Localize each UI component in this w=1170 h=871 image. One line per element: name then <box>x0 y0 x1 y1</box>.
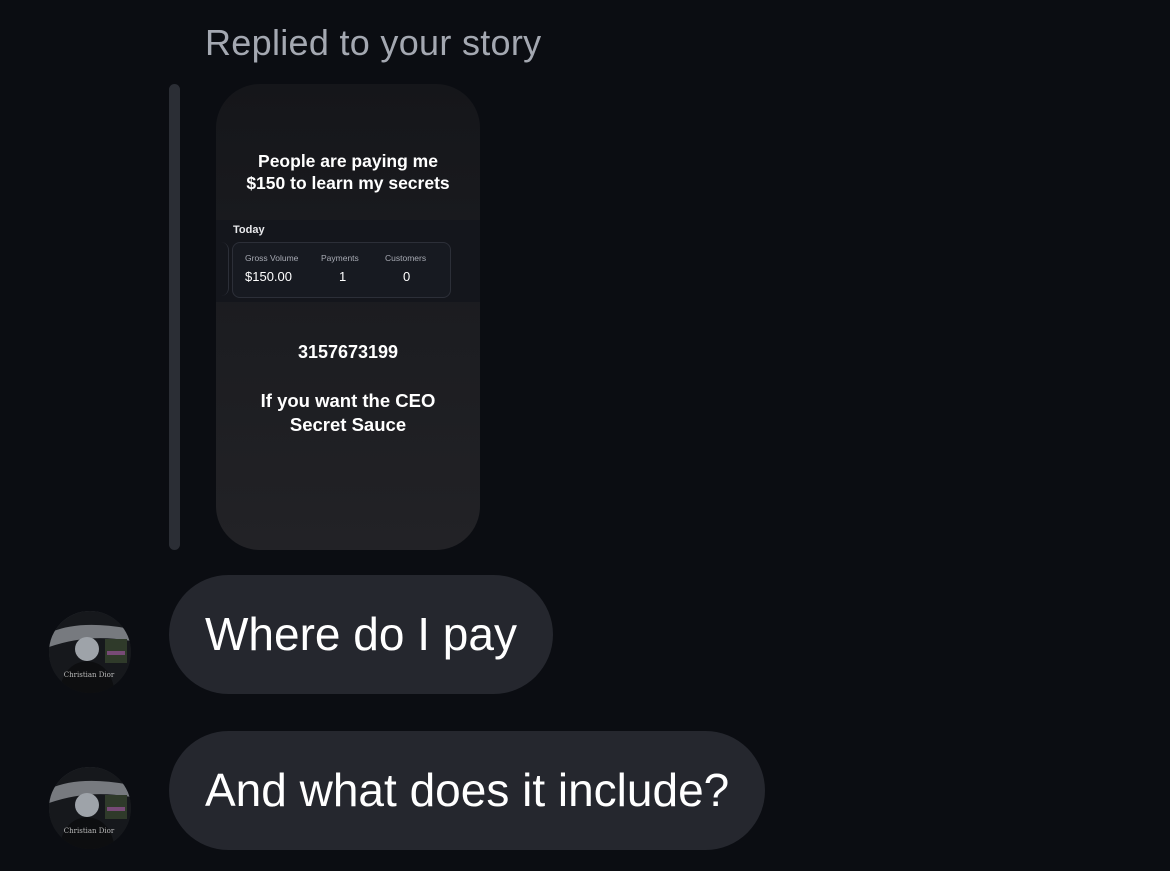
stat-value: 1 <box>339 269 347 284</box>
story-headline-line-1: People are paying me <box>258 151 438 171</box>
stat-value: $150.00 <box>245 269 292 284</box>
story-phone-number: 3157673199 <box>297 342 399 362</box>
story-preview[interactable]: People are paying me $150 to learn my se… <box>216 84 480 550</box>
story-cta: If you want the CEO Secret Sauce <box>216 389 480 437</box>
stat-label: Payments <box>321 253 359 263</box>
user-avatar-icon[interactable]: Christian Dior <box>49 767 131 849</box>
payments-stats-panel: Today Gross Volume $150.00 Payments 1 Cu… <box>216 220 480 302</box>
svg-text:Christian Dior: Christian Dior <box>64 827 115 835</box>
message-bubble[interactable]: Where do I pay <box>169 575 553 694</box>
stats-card-edge <box>220 242 229 296</box>
stats-period-label: Today <box>233 224 265 236</box>
stat-label: Gross Volume <box>245 253 299 263</box>
stat-label: Customers <box>385 253 427 263</box>
story-cta-line-2: Secret Sauce <box>289 414 407 435</box>
dm-thread: Replied to your story People are paying … <box>0 0 1170 871</box>
stat-value: 0 <box>403 269 411 284</box>
story-headline-line-2: $150 to learn my secrets <box>246 173 450 193</box>
svg-text:Christian Dior: Christian Dior <box>64 671 115 679</box>
stat-gross-volume: Gross Volume $150.00 <box>245 253 298 284</box>
stats-card: Gross Volume $150.00 Payments 1 Customer… <box>232 242 451 298</box>
stat-customers: Customers 0 <box>385 253 426 284</box>
story-headline: People are paying me $150 to learn my se… <box>216 150 480 194</box>
reply-indicator-bar <box>169 84 180 550</box>
stat-payments: Payments 1 <box>321 253 359 284</box>
message-bubble[interactable]: And what does it include? <box>169 731 766 850</box>
replied-to-story-label: Replied to your story <box>205 22 542 63</box>
user-avatar-icon[interactable]: Christian Dior <box>49 611 131 693</box>
story-cta-line-1: If you want the CEO <box>260 390 436 411</box>
